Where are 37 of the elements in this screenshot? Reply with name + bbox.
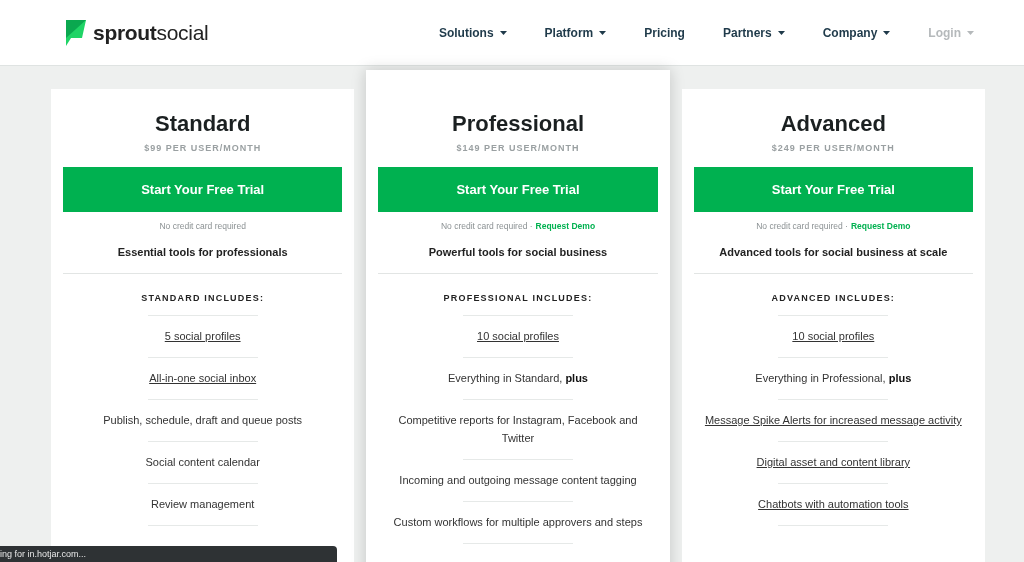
note-text: No credit card required: [159, 221, 246, 231]
feature-text: Custom workflows for multiple approvers and steps: [393, 515, 643, 530]
feature-text: Social content calendar: [145, 455, 260, 470]
feature-link[interactable]: All-in-one social inbox: [149, 358, 257, 399]
plan-price: $249 PER USER/MONTH: [771, 143, 895, 153]
nav-link[interactable]: Company: [822, 25, 891, 40]
feature-text: Incoming and outgoing message content tagging: [399, 473, 637, 488]
feature-text: Everything in Standard, plus: [447, 371, 588, 386]
nav-link[interactable]: Platform: [544, 25, 607, 40]
includes-heading: ADVANCED INCLUDES:: [771, 293, 896, 303]
feature-link[interactable]: Chatbots with automation tools: [758, 484, 909, 525]
plan-name: Professional: [451, 111, 584, 137]
nav-link[interactable]: Solutions: [438, 25, 507, 40]
feature-link[interactable]: Message Spike Alerts for increased message activity: [704, 400, 962, 441]
includes-heading: STANDARD INCLUDES:: [141, 293, 265, 303]
includes-heading: PROFESSIONAL INCLUDES:: [443, 293, 593, 303]
brand-name: sproutsocial: [93, 20, 209, 45]
status-bar: ing for in.hotjar.com...: [0, 546, 337, 562]
plan-name: Advanced: [780, 111, 886, 137]
feature-text: Competitive reports for Instagram, Facebook and Twitter: [397, 413, 639, 446]
note-text: No credit card required ·: [756, 221, 848, 231]
nav-link[interactable]: Partners: [722, 25, 785, 40]
feature-text: Publish, schedule, draft and queue posts: [103, 413, 303, 428]
feature-text: Review management: [151, 497, 255, 512]
plan-price: $99 PER USER/MONTH: [144, 143, 262, 153]
nav-link[interactable]: Pricing: [644, 25, 685, 40]
plan-price: $149 PER USER/MONTH: [456, 143, 580, 153]
feature-link[interactable]: 5 social profiles: [164, 316, 241, 357]
plan-tagline: Powerful tools for social business: [428, 246, 608, 258]
plan-name: Standard: [155, 111, 251, 137]
note-text: No credit card required ·: [440, 221, 533, 231]
feature-link[interactable]: 10 social profiles: [792, 316, 875, 357]
plan-tagline: Advanced tools for social business at scale: [719, 246, 948, 258]
feature-link[interactable]: Digital asset and content library: [756, 442, 911, 483]
feature-text: Everything in Professional, plus: [755, 371, 912, 386]
feature-link[interactable]: 10 social profiles: [477, 316, 559, 357]
plan-tagline: Essential tools for professionals: [117, 246, 288, 258]
